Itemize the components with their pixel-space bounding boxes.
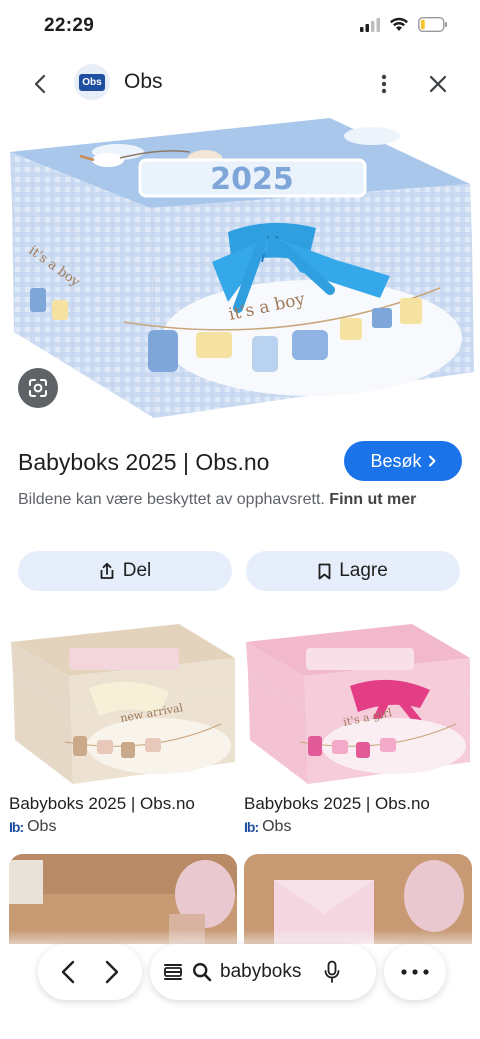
wifi-icon bbox=[390, 17, 408, 31]
related-title[interactable]: Babyboks 2025 | Obs.no bbox=[9, 794, 237, 814]
lens-button[interactable] bbox=[18, 368, 58, 408]
search-bar[interactable]: babyboks bbox=[150, 944, 376, 1000]
search-query[interactable]: babyboks bbox=[220, 961, 316, 983]
visit-button-label: Besøk bbox=[370, 450, 422, 471]
site-logo-text: Obs bbox=[79, 73, 105, 91]
more-options-button[interactable] bbox=[368, 66, 400, 102]
top-bar: Obs Obs bbox=[0, 58, 480, 106]
main-image[interactable]: 2025 it's a boy it's a boy bbox=[0, 112, 480, 422]
baby-box-illustration: 2025 it's a boy it's a boy bbox=[10, 118, 474, 418]
pink-box-illustration: it's a girl bbox=[244, 618, 472, 786]
more-horiz-icon bbox=[401, 969, 429, 975]
related-card[interactable]: it's a girl Babyboks 2025 | Obs.no Ib: O… bbox=[244, 618, 472, 836]
chevron-right-icon bbox=[428, 455, 435, 467]
related-source: Ib: Obs bbox=[9, 818, 237, 836]
visit-button[interactable]: Besøk bbox=[344, 441, 462, 481]
chevron-left-icon bbox=[34, 74, 46, 94]
chevron-left-icon bbox=[61, 960, 75, 984]
browser-back-button[interactable] bbox=[60, 959, 76, 985]
save-button[interactable]: Lagre bbox=[246, 551, 460, 591]
copyright-text: Bildene kan være beskyttet av opphavsret… bbox=[18, 491, 325, 508]
obs-logo-icon: Ib: bbox=[244, 819, 259, 835]
battery-icon bbox=[418, 17, 447, 32]
obs-logo-icon: Ib: bbox=[9, 819, 24, 835]
status-icons bbox=[360, 17, 448, 32]
chevron-right-icon bbox=[105, 960, 119, 984]
site-name[interactable]: Obs bbox=[124, 70, 163, 94]
microphone-icon[interactable] bbox=[324, 960, 340, 984]
back-button[interactable] bbox=[22, 66, 58, 102]
share-button-label: Del bbox=[122, 560, 152, 581]
hero-year-text: 2025 bbox=[210, 162, 294, 197]
nav-pill bbox=[38, 944, 142, 1000]
search-icon bbox=[192, 962, 212, 982]
tabs-icon bbox=[164, 964, 182, 980]
share-icon bbox=[100, 562, 114, 579]
related-source-name: Obs bbox=[27, 818, 57, 835]
related-card[interactable]: new arrival Babyboks 2025 | Obs.no Ib: O… bbox=[9, 618, 237, 836]
related-image[interactable]: it's a girl bbox=[244, 618, 472, 786]
close-icon bbox=[429, 75, 447, 93]
bookmark-icon bbox=[318, 563, 331, 579]
learn-more-link[interactable]: Finn ut mer bbox=[329, 491, 416, 508]
related-title[interactable]: Babyboks 2025 | Obs.no bbox=[244, 794, 472, 814]
site-logo[interactable]: Obs bbox=[74, 64, 110, 100]
more-vert-icon bbox=[381, 74, 387, 94]
bottom-toolbar: babyboks bbox=[0, 930, 480, 1039]
related-source-name: Obs bbox=[262, 818, 292, 835]
result-title[interactable]: Babyboks 2025 | Obs.no bbox=[18, 449, 269, 476]
google-lens-icon bbox=[29, 379, 47, 397]
close-button[interactable] bbox=[420, 66, 456, 102]
beige-box-illustration: new arrival bbox=[9, 618, 237, 786]
more-menu-button[interactable] bbox=[384, 944, 446, 1000]
browser-forward-button[interactable] bbox=[104, 959, 120, 985]
share-button[interactable]: Del bbox=[18, 551, 232, 591]
related-source: Ib: Obs bbox=[244, 818, 472, 836]
related-image[interactable]: new arrival bbox=[9, 618, 237, 786]
save-button-label: Lagre bbox=[339, 560, 388, 581]
status-time: 22:29 bbox=[44, 15, 95, 36]
status-bar: 22:29 bbox=[0, 0, 480, 54]
signal-icon bbox=[360, 17, 380, 32]
copyright-notice: Bildene kan være beskyttet av opphavsret… bbox=[18, 488, 458, 512]
